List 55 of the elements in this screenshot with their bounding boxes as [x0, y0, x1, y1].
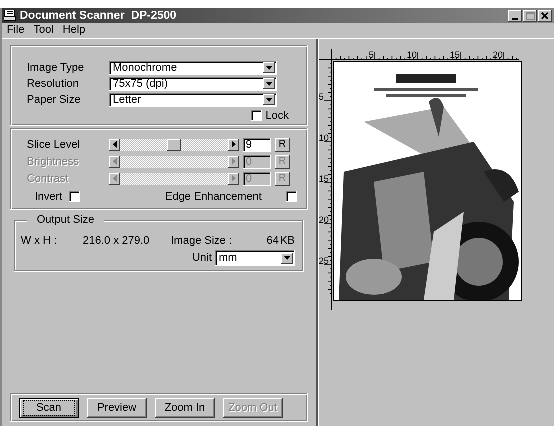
close-icon: [541, 12, 549, 20]
scroll-left-icon[interactable]: [109, 172, 120, 184]
maximize-button[interactable]: [523, 10, 537, 22]
ruler-label: 15: [450, 50, 460, 60]
ruler-label: 5: [368, 50, 374, 60]
image-size-label: Image Size :: [171, 234, 234, 246]
scroll-right-icon[interactable]: [228, 156, 239, 168]
menu-item[interactable]: File: [7, 24, 25, 37]
unit-dropdown[interactable]: mm: [215, 250, 295, 266]
checkbox[interactable]: [68, 191, 80, 202]
ruler-label: 15: [319, 174, 330, 184]
unit-label: Unit: [192, 252, 212, 264]
scroll-left-icon[interactable]: [109, 138, 120, 150]
checkbox-label: Invert: [35, 190, 63, 202]
ruler-label: 10: [319, 133, 330, 143]
ruler-label: 25: [319, 256, 330, 266]
reset-button[interactable]: R: [275, 138, 290, 152]
group-title: Output Size: [27, 214, 104, 226]
scroll-right-icon[interactable]: [228, 138, 239, 150]
scroll-left-icon[interactable]: [109, 156, 120, 168]
dimensions-value: 216.0 x 279.0: [83, 234, 151, 246]
action-button[interactable]: Zoom In: [155, 398, 215, 418]
minimize-button[interactable]: [508, 10, 522, 22]
menu-item[interactable]: Help: [62, 24, 86, 37]
setting-label: Image Type: [27, 62, 86, 74]
ruler-label: 20: [492, 50, 503, 60]
ruler-label: 20: [319, 215, 330, 225]
image-size-value: 64: [266, 234, 279, 246]
slider-label: Contrast: [27, 172, 70, 184]
checkbox-label: Edge Enhancement: [165, 190, 262, 202]
close-button[interactable]: [538, 10, 552, 22]
value-field[interactable]: 9: [243, 138, 271, 152]
ruler-label: 10: [406, 50, 417, 60]
dropdown[interactable]: Letter: [109, 92, 277, 106]
checkbox[interactable]: [286, 191, 297, 202]
slider-label: Slice Level: [27, 138, 82, 150]
checkbox-label: Lock: [266, 110, 289, 122]
dropdown[interactable]: Monochrome: [109, 60, 277, 74]
action-button[interactable]: Scan: [19, 398, 79, 418]
ruler-label: 5: [319, 92, 324, 102]
scanner-icon: [4, 10, 16, 21]
scroll-right-icon[interactable]: [228, 172, 239, 184]
action-button[interactable]: Preview: [87, 398, 147, 418]
maximize-icon: [526, 12, 534, 20]
checkbox[interactable]: [250, 110, 262, 121]
dimensions-label: W x H :: [21, 234, 58, 246]
menu-item[interactable]: Tool: [34, 24, 54, 37]
setting-label: Paper Size: [27, 94, 82, 106]
slider-label: Brightness: [27, 156, 80, 168]
dropdown[interactable]: 75x75 (dpi): [109, 76, 277, 90]
image-size-unit: KB: [280, 234, 295, 246]
window-title: Document Scanner DP-2500: [20, 10, 177, 22]
minimize-icon: [512, 18, 518, 20]
slider-thumb[interactable]: [167, 138, 181, 150]
setting-label: Resolution: [27, 78, 80, 90]
